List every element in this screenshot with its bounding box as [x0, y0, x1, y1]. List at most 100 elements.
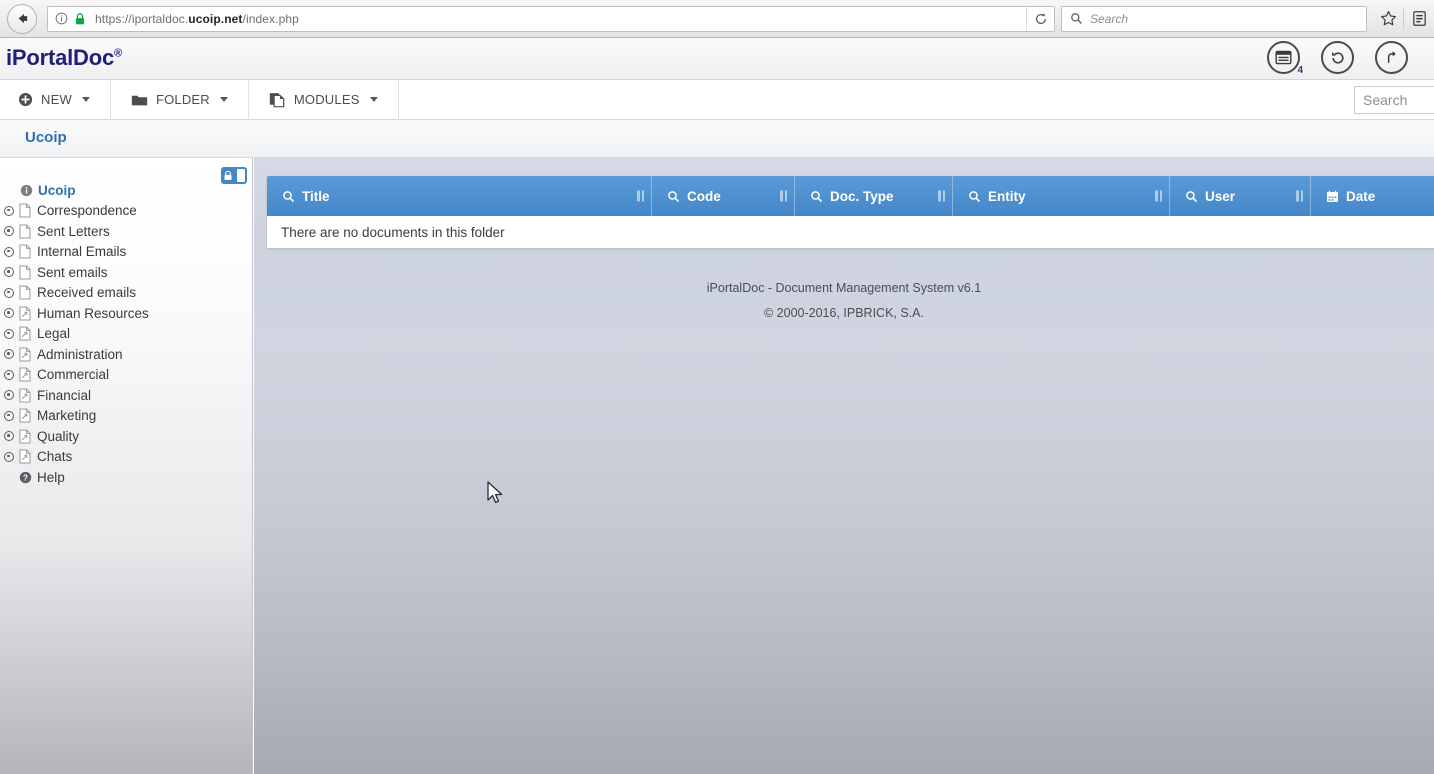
tree-item-chats[interactable]: Chats — [0, 447, 253, 468]
tree-item-label: Sent emails — [37, 264, 108, 280]
tree-item-label: Sent Letters — [37, 223, 110, 239]
column-resize-grip[interactable] — [1155, 190, 1162, 202]
tree-item-human-resources[interactable]: Human Resources — [0, 303, 253, 324]
history-restore-button[interactable] — [1321, 41, 1354, 74]
expand-toggle-icon[interactable] — [4, 369, 14, 380]
tree-item-help[interactable]: ? Help — [0, 467, 253, 488]
expand-toggle-icon[interactable] — [4, 246, 14, 257]
column-resize-grip[interactable] — [780, 190, 787, 202]
tree-item-sent-letters[interactable]: Sent Letters — [0, 221, 253, 242]
search-icon[interactable] — [810, 190, 823, 203]
expand-toggle-icon[interactable] — [4, 308, 14, 319]
grid-column-label: Title — [302, 188, 330, 204]
calendar-icon[interactable] — [1326, 190, 1339, 203]
url-suffix: /index.php — [242, 11, 299, 26]
tree-item-label: Legal — [37, 326, 71, 342]
address-bar[interactable]: https://iportaldoc.ucoip.net/index.php — [47, 5, 1055, 32]
browser-search-box[interactable]: Search — [1061, 5, 1367, 32]
grid-column-doc-type[interactable]: Doc. Type — [795, 176, 953, 216]
browser-toolbar: https://iportaldoc.ucoip.net/index.php S… — [0, 0, 1434, 38]
page-arrow-icon — [19, 387, 33, 403]
grid-column-label: Code — [687, 188, 721, 204]
page-icon — [19, 264, 33, 280]
svg-text:?: ? — [23, 473, 28, 482]
url-domain: ucoip.net — [188, 11, 243, 26]
expand-toggle-icon[interactable] — [4, 390, 14, 401]
library-button[interactable] — [1404, 4, 1434, 34]
history-restore-icon — [1331, 51, 1344, 64]
column-resize-grip[interactable] — [637, 190, 644, 202]
new-button-label: NEW — [41, 92, 72, 107]
page-icon — [19, 285, 33, 301]
tree-item-legal[interactable]: Legal — [0, 324, 253, 345]
folder-menu-button[interactable]: FOLDER — [111, 79, 249, 120]
page-icon — [19, 203, 33, 219]
grid-column-date[interactable]: Date — [1311, 176, 1434, 216]
modules-menu-button[interactable]: MODULES — [249, 79, 399, 120]
expand-toggle-icon[interactable] — [4, 431, 14, 442]
search-icon[interactable] — [667, 190, 680, 203]
page-arrow-icon — [19, 326, 33, 342]
search-icon[interactable] — [282, 190, 295, 203]
tree-item-label: Human Resources — [37, 305, 149, 321]
search-icon[interactable] — [1185, 190, 1198, 203]
grid-column-title[interactable]: Title — [267, 176, 652, 216]
tree-item-sent-emails[interactable]: Sent emails — [0, 262, 253, 283]
tree-item-correspondence[interactable]: Correspondence — [0, 201, 253, 222]
expand-toggle-icon[interactable] — [4, 205, 14, 216]
grid-column-label: User — [1205, 188, 1236, 204]
breadcrumb-bar: Ucoip — [0, 120, 1434, 158]
document-grid: Title Code Doc. Type Entity User Date There a… — [267, 176, 1434, 248]
footer-product-line: iPortalDoc - Document Management System … — [706, 281, 982, 295]
url-text[interactable]: https://iportaldoc.ucoip.net/index.php — [86, 12, 1054, 26]
tree-item-marketing[interactable]: Marketing — [0, 406, 253, 427]
bookmark-button[interactable] — [1373, 4, 1403, 34]
inbox-window-button[interactable]: 4 — [1267, 41, 1303, 76]
expand-toggle-icon[interactable] — [4, 410, 14, 421]
tree-item-label: Internal Emails — [37, 244, 127, 260]
tree-item-received-emails[interactable]: Received emails — [0, 283, 253, 304]
app-footer: iPortalDoc - Document Management System … — [254, 276, 1434, 326]
grid-column-code[interactable]: Code — [652, 176, 795, 216]
search-icon[interactable] — [968, 190, 981, 203]
tree-item-label: Commercial — [37, 367, 110, 383]
tree-item-commercial[interactable]: Commercial — [0, 365, 253, 386]
tree-item-ucoip[interactable]: Ucoip — [0, 180, 253, 201]
upload-share-button[interactable] — [1375, 41, 1408, 74]
main-content: Title Code Doc. Type Entity User Date There a… — [254, 158, 1434, 774]
library-icon — [1412, 11, 1426, 26]
back-button[interactable] — [7, 3, 37, 34]
tree-item-label: Financial — [37, 387, 92, 403]
expand-toggle-icon[interactable] — [4, 451, 14, 462]
url-prefix: https://iportaldoc. — [95, 11, 189, 26]
expand-toggle-icon[interactable] — [4, 349, 14, 360]
site-info-icon — [55, 12, 68, 25]
browser-search-placeholder: Search — [1090, 11, 1129, 26]
tree-item-administration[interactable]: Administration — [0, 344, 253, 365]
grid-column-user[interactable]: User — [1170, 176, 1311, 216]
new-menu-button[interactable]: NEW — [0, 79, 111, 120]
tree-item-financial[interactable]: Financial — [0, 385, 253, 406]
app-search-input[interactable]: Search — [1354, 86, 1434, 114]
expand-toggle-icon[interactable] — [4, 328, 14, 339]
tree-item-quality[interactable]: Quality — [0, 426, 253, 447]
grid-empty-row: There are no documents in this folder — [267, 216, 1434, 248]
app-logo: iPortalDoc® — [6, 45, 122, 71]
tree-item-label: Received emails — [37, 285, 137, 301]
expand-toggle-icon[interactable] — [4, 287, 14, 298]
app-toolbar: NEW FOLDER MODULES Search — [0, 79, 1434, 120]
copy-pages-icon — [269, 92, 285, 107]
column-resize-grip[interactable] — [938, 190, 945, 202]
tree-item-label: Ucoip — [38, 182, 76, 198]
expand-toggle-icon[interactable] — [4, 267, 14, 278]
column-resize-grip[interactable] — [1296, 190, 1303, 202]
grid-column-entity[interactable]: Entity — [953, 176, 1170, 216]
reload-icon — [1035, 12, 1046, 24]
tree-item-internal-emails[interactable]: Internal Emails — [0, 242, 253, 263]
reload-button[interactable] — [1026, 6, 1054, 31]
breadcrumb-item-ucoip[interactable]: Ucoip — [25, 129, 67, 146]
empty-message: There are no documents in this folder — [281, 224, 505, 240]
brand-name: iPortalDoc — [6, 45, 115, 70]
site-identity[interactable] — [48, 12, 86, 26]
expand-toggle-icon[interactable] — [4, 226, 14, 237]
